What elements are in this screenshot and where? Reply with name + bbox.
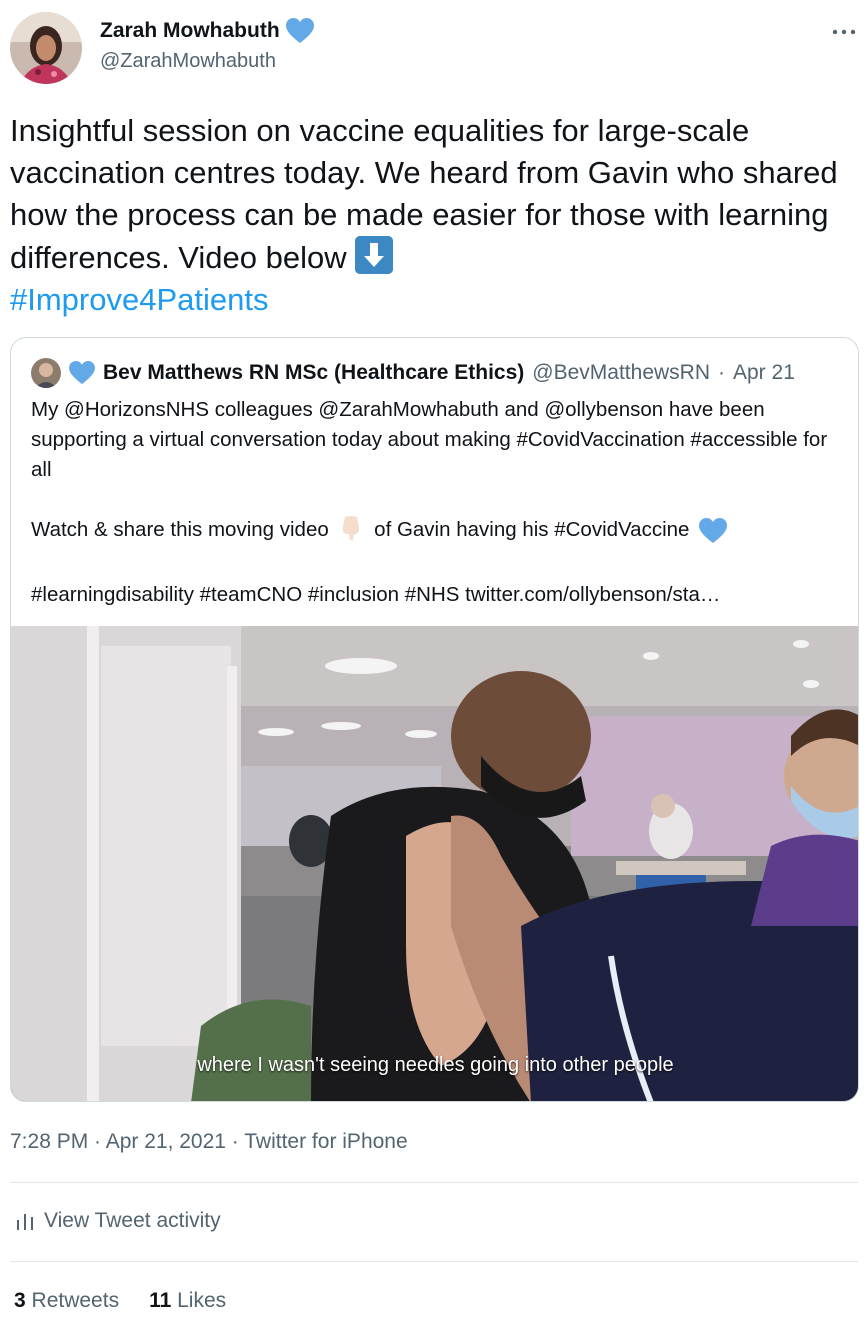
quoted-paragraph-2b: of Gavin having his #CovidVaccine <box>374 518 690 541</box>
likes-count: 11 <box>149 1289 172 1312</box>
retweets-label: Retweets <box>31 1289 120 1312</box>
down-arrow-emoji-icon <box>355 236 394 274</box>
tweet-text: Insightful session on vaccine equalities… <box>10 110 850 321</box>
quoted-author-handle: @BevMatthewsRN <box>532 361 710 384</box>
view-tweet-activity-link[interactable]: View Tweet activity <box>14 1209 221 1233</box>
tweet-body: Insightful session on vaccine equalities… <box>10 113 838 275</box>
author-handle[interactable]: @ZarahMowhabuth <box>100 50 276 73</box>
likes-label: Likes <box>177 1289 227 1312</box>
retweets-count: 3 <box>14 1289 26 1312</box>
quoted-author-avatar <box>31 358 61 388</box>
quoted-verified-heart-icon <box>69 361 95 385</box>
more-options-icon[interactable] <box>832 16 856 42</box>
quoted-tweet[interactable]: Bev Matthews RN MSc (Healthcare Ethics) … <box>10 337 859 1102</box>
author-name-row[interactable]: Zarah Mowhabuth <box>100 18 314 44</box>
quoted-paragraph-2a: Watch & share this moving video <box>31 518 329 541</box>
author-name[interactable]: Zarah Mowhabuth <box>100 19 280 43</box>
divider-bottom <box>10 1261 858 1262</box>
video-caption: where I wasn't seeing needles going into… <box>197 1054 674 1076</box>
quoted-author-name: Bev Matthews RN MSc (Healthcare Ethics) <box>103 361 525 384</box>
blue-heart-icon <box>699 517 728 543</box>
quoted-tweet-body: My @HorizonsNHS colleagues @ZarahMowhabu… <box>31 395 846 610</box>
video-thumbnail[interactable]: where I wasn't seeing needles going into… <box>11 626 858 1101</box>
engagement-stats: 3 Retweets 11 Likes <box>14 1289 226 1313</box>
author-avatar[interactable] <box>10 12 82 84</box>
quoted-paragraph-1: My @HorizonsNHS colleagues @ZarahMowhabu… <box>31 398 828 481</box>
verified-heart-icon <box>285 18 314 43</box>
tweet-page: Zarah Mowhabuth @ZarahMowhabuth Insightf… <box>0 0 868 1320</box>
quoted-paragraph-2: Watch & share this moving video of Gavin… <box>31 515 846 550</box>
divider-top <box>10 1182 858 1183</box>
video-frame-image <box>11 626 858 1101</box>
quoted-tweet-header: Bev Matthews RN MSc (Healthcare Ethics) … <box>31 358 795 388</box>
retweets-stat[interactable]: 3 Retweets <box>14 1289 119 1313</box>
likes-stat[interactable]: 11 Likes <box>149 1289 226 1313</box>
quoted-paragraph-3: #learningdisability #teamCNO #inclusion … <box>31 583 721 606</box>
view-tweet-activity-label: View Tweet activity <box>44 1209 221 1232</box>
quoted-date: Apr 21 <box>733 361 795 384</box>
pointing-down-hand-icon <box>340 515 362 550</box>
tweet-timestamp[interactable]: 7:28 PM · Apr 21, 2021 · Twitter for iPh… <box>10 1130 408 1154</box>
quoted-separator: · <box>718 361 725 384</box>
hashtag-link[interactable]: #Improve4Patients <box>10 282 268 317</box>
activity-bars-icon <box>17 1214 33 1230</box>
